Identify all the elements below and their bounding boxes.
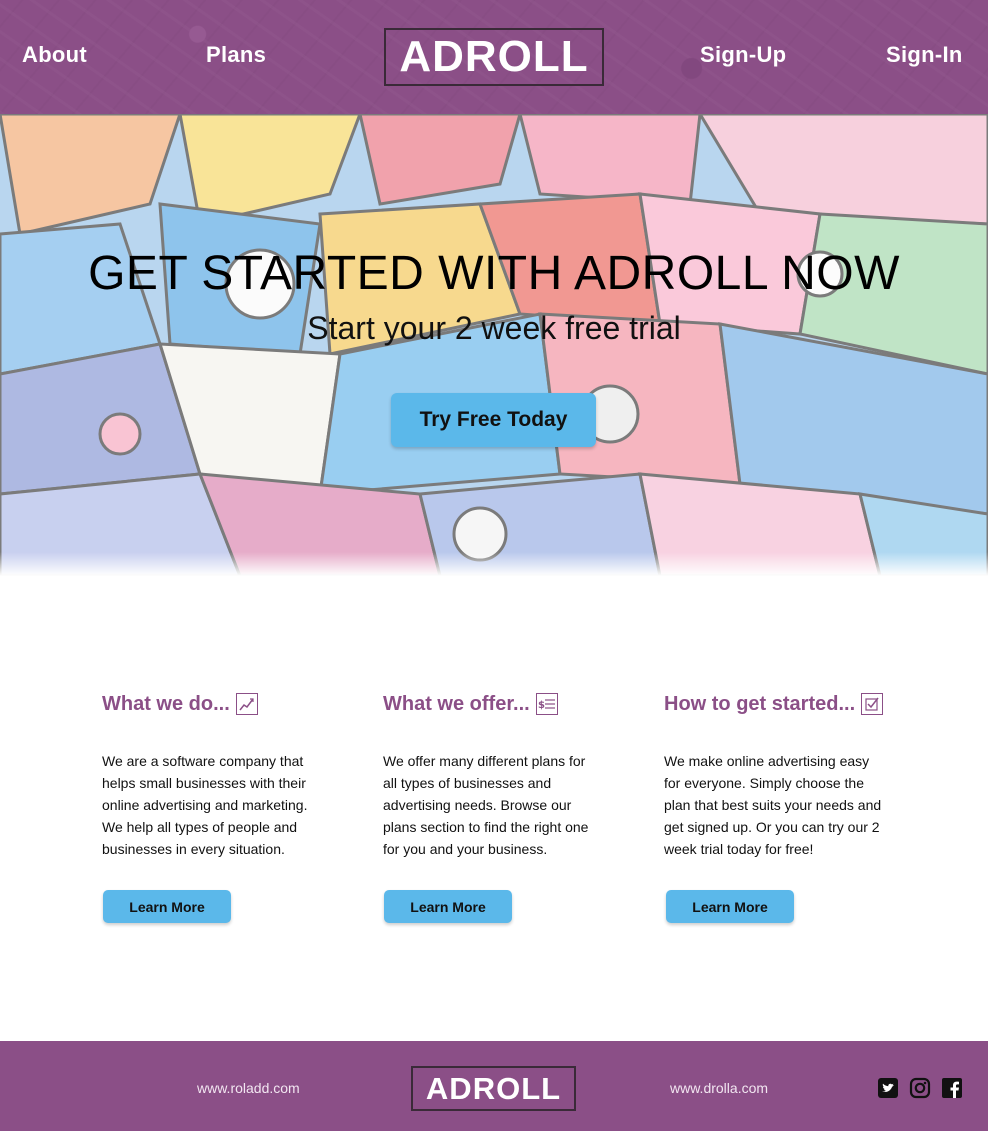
hero-title: GET STARTED WITH ADROLL NOW bbox=[88, 247, 900, 300]
twitter-icon[interactable] bbox=[877, 1077, 899, 1099]
feature-what-we-do: What we do... We are a software company … bbox=[102, 690, 342, 860]
feature-heading: How to get started... bbox=[664, 690, 904, 718]
facebook-icon[interactable] bbox=[941, 1077, 963, 1099]
learn-more-button-get-started[interactable]: Learn More bbox=[666, 890, 794, 923]
learn-more-button-what-we-offer[interactable]: Learn More bbox=[384, 890, 512, 923]
hero-bottom-fade bbox=[0, 552, 988, 576]
site-footer: www.roladd.com ADROLL www.drolla.com bbox=[0, 1041, 988, 1131]
instagram-icon[interactable] bbox=[909, 1077, 931, 1099]
feature-heading-text: How to get started... bbox=[664, 692, 856, 715]
footer-logo[interactable]: ADROLL bbox=[411, 1066, 576, 1111]
feature-heading-text: What we offer... bbox=[383, 692, 530, 715]
chart-trend-icon bbox=[235, 693, 258, 715]
feature-heading: What we do... bbox=[102, 690, 342, 718]
footer-link-drolla[interactable]: www.drolla.com bbox=[670, 1080, 768, 1096]
feature-body: We offer many different plans for all ty… bbox=[383, 753, 589, 857]
feature-how-to-get-started: How to get started... We make online adv… bbox=[664, 690, 904, 860]
footer-link-roladd[interactable]: www.roladd.com bbox=[197, 1080, 300, 1096]
footer-logo-text: ADROLL bbox=[425, 1070, 562, 1106]
site-header: About Plans ADROLL Sign-Up Sign-In bbox=[0, 0, 988, 114]
hero-subtitle: Start your 2 week free trial bbox=[307, 310, 681, 346]
hero-section: GET STARTED WITH ADROLL NOW Start your 2… bbox=[0, 114, 988, 576]
feature-body: We are a software company that helps sma… bbox=[102, 753, 308, 857]
nav-signin-link[interactable]: Sign-In bbox=[886, 42, 963, 68]
checkbox-icon bbox=[861, 693, 884, 715]
learn-more-button-what-we-do[interactable]: Learn More bbox=[103, 890, 231, 923]
feature-body: We make online advertising easy for ever… bbox=[664, 753, 882, 857]
header-logo[interactable]: ADROLL bbox=[384, 28, 604, 86]
feature-heading-text: What we do... bbox=[102, 692, 230, 715]
feature-heading: What we offer... $ bbox=[383, 690, 623, 718]
nav-about-link[interactable]: About bbox=[22, 42, 87, 68]
svg-text:$: $ bbox=[538, 700, 545, 711]
logo-text: ADROLL bbox=[399, 32, 589, 81]
nav-plans-link[interactable]: Plans bbox=[206, 42, 266, 68]
price-list-icon: $ bbox=[535, 693, 558, 715]
feature-what-we-offer: What we offer... $ We offer many differe… bbox=[383, 690, 623, 860]
nav-signup-link[interactable]: Sign-Up bbox=[700, 42, 786, 68]
try-free-button[interactable]: Try Free Today bbox=[391, 393, 596, 447]
